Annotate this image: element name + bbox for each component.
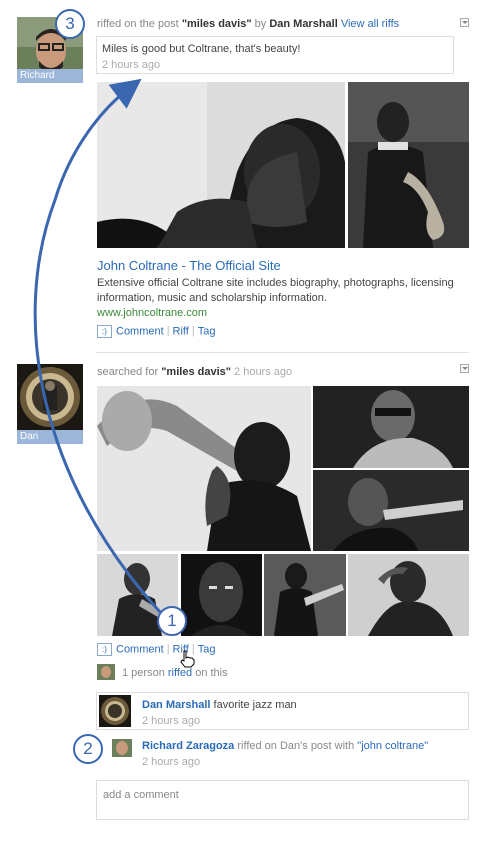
commenter-avatar[interactable]	[112, 739, 132, 757]
step-marker-3: 3	[55, 9, 85, 39]
smile-icon[interactable]: :)	[97, 643, 112, 656]
miles-sunglasses-image	[313, 386, 469, 468]
commenter-name[interactable]: Dan Marshall	[142, 699, 210, 711]
miles-photo-sunglasses[interactable]	[313, 386, 469, 468]
miles-playing-image	[313, 470, 469, 551]
coltrane-link-url[interactable]: www.johncoltrane.com	[97, 307, 207, 319]
post2-action-text: searched for	[97, 366, 159, 378]
riffed-link[interactable]: riffed	[168, 667, 192, 679]
smile-icon[interactable]: :)	[97, 325, 112, 338]
miles-small-image-4	[348, 554, 469, 636]
post1-tag-button[interactable]: Tag	[198, 325, 216, 337]
avatar-dan[interactable]: Dan	[17, 364, 83, 444]
post1-post-title: "miles davis"	[181, 18, 252, 30]
post1-collapse-icon[interactable]	[460, 18, 469, 27]
riffer-avatar[interactable]	[97, 664, 115, 680]
post2-query[interactable]: "miles davis"	[161, 366, 231, 378]
riff-summary: 1 person riffed on this	[122, 667, 228, 679]
comment-line: Richard Zaragoza riffed on Dan's post wi…	[142, 740, 428, 752]
miles-photo-small-4[interactable]	[348, 554, 469, 636]
coltrane-sax-image	[348, 82, 469, 248]
post-divider	[96, 352, 469, 353]
post2-time: 2 hours ago	[234, 366, 293, 378]
post2-header: searched for "miles davis" 2 hours ago	[97, 366, 292, 378]
comment-time: 2 hours ago	[142, 756, 201, 768]
post1-actions: :) Comment | Riff | Tag	[97, 325, 215, 338]
miles-small-image-2	[181, 554, 262, 636]
miles-small-image-3	[264, 554, 346, 636]
comment-text: riffed on Dan's post with	[237, 740, 355, 752]
add-comment-placeholder: add a comment	[103, 789, 179, 801]
step-marker-1: 1	[157, 606, 187, 636]
miles-photo-trumpet[interactable]	[97, 386, 311, 551]
post2-collapse-icon[interactable]	[460, 364, 469, 373]
view-all-riffs-link[interactable]: View all riffs	[341, 18, 399, 30]
post1-comment-box: Miles is good but Coltrane, that's beaut…	[96, 36, 454, 74]
post1-riff-button[interactable]: Riff	[173, 325, 189, 337]
commenter-avatar[interactable]	[99, 695, 131, 727]
miles-trumpet-image	[97, 386, 311, 551]
post1-header: riffed on the post "miles davis" by Dan …	[97, 18, 399, 30]
coltrane-link-description: Extensive official Coltrane site include…	[97, 277, 454, 304]
add-comment-input[interactable]: add a comment	[96, 780, 469, 820]
post2-actions: :) Comment | Riff | Tag	[97, 643, 215, 656]
post2-comment-button[interactable]: Comment	[116, 643, 164, 655]
riff-summary-count: 1 person	[122, 667, 165, 679]
commenter-name[interactable]: Richard Zaragoza	[142, 740, 234, 752]
post2-tag-button[interactable]: Tag	[198, 643, 216, 655]
miles-photo-small-3[interactable]	[264, 554, 346, 636]
post1-comment-time: 2 hours ago	[102, 59, 161, 71]
step-marker-2: 2	[73, 734, 103, 764]
post1-comment-button[interactable]: Comment	[116, 325, 164, 337]
riff-summary-suffix: on this	[195, 667, 228, 679]
comment-item: Dan Marshall favorite jazz man 2 hours a…	[96, 692, 469, 730]
coltrane-link-title[interactable]: John Coltrane - The Official Site	[97, 258, 281, 273]
comment-line: Dan Marshall favorite jazz man	[142, 699, 297, 711]
post1-by-text: by	[254, 18, 267, 30]
comment-time: 2 hours ago	[142, 715, 201, 727]
hand-cursor-icon	[180, 650, 195, 668]
miles-photo-small-2[interactable]	[181, 554, 262, 636]
post1-author[interactable]: Dan Marshall	[269, 18, 337, 30]
riff-quote-link[interactable]: "john coltrane"	[357, 740, 428, 752]
coltrane-photo-large[interactable]	[97, 82, 345, 248]
post1-comment-text: Miles is good but Coltrane, that's beaut…	[102, 43, 301, 55]
avatar-name-label: Dan	[17, 430, 83, 444]
post1-action-text: riffed on the post	[97, 18, 179, 30]
coltrane-photo-saxophone[interactable]	[348, 82, 469, 248]
coltrane-portrait-image	[97, 82, 345, 248]
avatar-name-label: Richard	[17, 69, 83, 83]
comment-text: favorite jazz man	[213, 699, 297, 711]
miles-photo-playing[interactable]	[313, 470, 469, 551]
